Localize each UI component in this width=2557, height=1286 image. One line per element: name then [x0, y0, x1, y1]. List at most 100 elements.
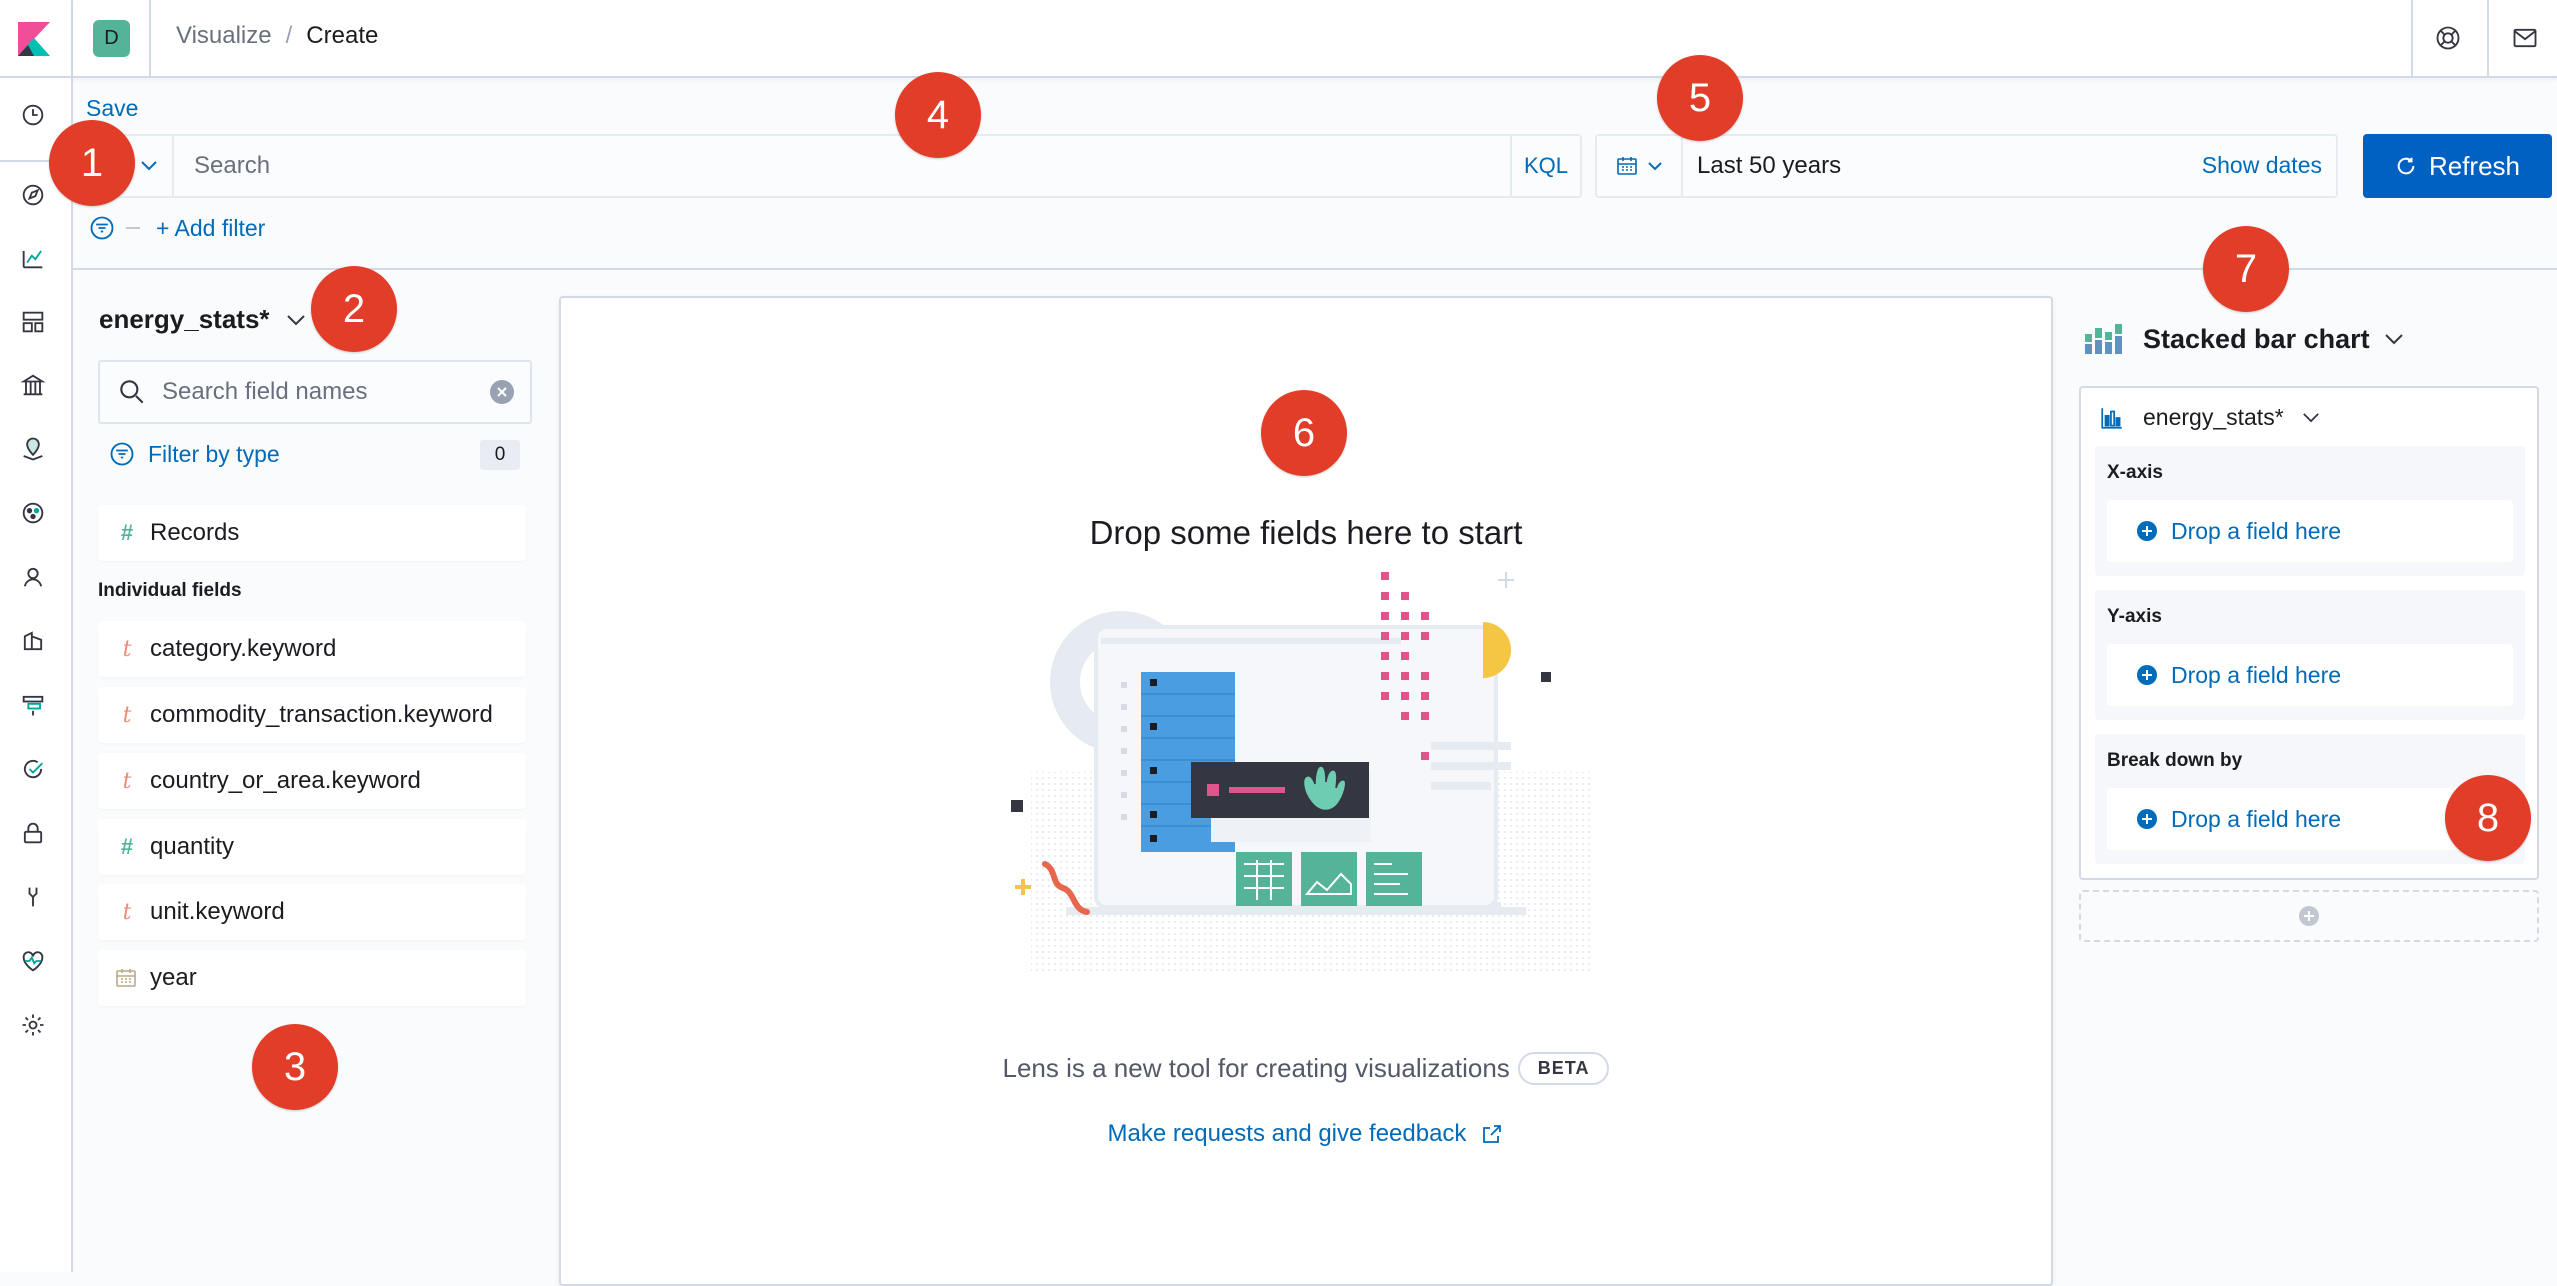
callout-badge: 8: [2445, 775, 2531, 861]
visualize-icon[interactable]: [18, 243, 48, 273]
plus-circle-icon: [2137, 665, 2157, 685]
breadcrumb: Visualize / Create: [176, 22, 378, 50]
field-search-input[interactable]: [162, 378, 482, 406]
field-item[interactable]: # quantity: [98, 819, 526, 875]
add-layer-button[interactable]: [2079, 890, 2539, 942]
refresh-icon: [2397, 157, 2415, 175]
query-search-input[interactable]: [194, 152, 1474, 180]
workspace-description: Lens is a new tool for creating visualiz…: [561, 1052, 2051, 1085]
nav-divider: [0, 76, 73, 78]
field-item[interactable]: t category.keyword: [98, 621, 526, 677]
calendar-icon: [1617, 157, 1637, 175]
logs-icon[interactable]: [18, 626, 48, 656]
header-divider: [149, 0, 151, 76]
feedback-link-label: Make requests and give feedback: [1107, 1120, 1467, 1147]
show-dates-link[interactable]: Show dates: [2202, 152, 2322, 179]
feedback-link[interactable]: Make requests and give feedback: [561, 1120, 2051, 1148]
clear-search-icon[interactable]: [490, 380, 514, 404]
save-link[interactable]: Save: [86, 95, 138, 122]
callout-badge: 6: [1261, 390, 1347, 476]
x-axis-label: X-axis: [2107, 462, 2163, 483]
layer-index-switcher[interactable]: energy_stats*: [2099, 404, 2320, 431]
field-item[interactable]: t country_or_area.keyword: [98, 753, 526, 809]
field-name: commodity_transaction.keyword: [150, 701, 493, 728]
canvas-icon[interactable]: [18, 370, 48, 400]
chart-type-switcher[interactable]: Stacked bar chart: [2083, 322, 2404, 356]
string-type-icon: t: [122, 702, 132, 728]
index-pattern-switcher[interactable]: energy_stats*: [99, 304, 306, 335]
filter-options-icon[interactable]: [88, 214, 116, 242]
add-filter-button[interactable]: + Add filter: [156, 215, 265, 242]
discover-icon[interactable]: [18, 180, 48, 210]
body-divider: [73, 268, 2557, 270]
field-name: quantity: [150, 833, 235, 860]
field-item[interactable]: year: [98, 950, 526, 1006]
breadcrumb-visualize[interactable]: Visualize: [176, 22, 272, 50]
chevron-down-icon: [1648, 162, 1662, 171]
date-range-value[interactable]: Last 50 years: [1697, 152, 1841, 180]
plus-circle-icon: [2299, 906, 2319, 926]
space-avatar[interactable]: D: [93, 20, 130, 57]
callout-badge: 7: [2203, 226, 2289, 312]
apm-icon[interactable]: [18, 690, 48, 720]
calendar-icon: [114, 966, 140, 990]
bar-chart-icon: [2101, 407, 2122, 429]
callout-badge: 2: [311, 266, 397, 352]
dev-tools-icon[interactable]: [18, 882, 48, 912]
filter-by-type-button[interactable]: Filter by type: [108, 440, 280, 468]
drop-field-label: Drop a field here: [2171, 661, 2342, 688]
space-initial: D: [104, 27, 119, 49]
field-search-box: [98, 360, 532, 424]
breakdown-label: Break down by: [2107, 750, 2243, 771]
dashboard-icon[interactable]: [18, 307, 48, 337]
field-name: category.keyword: [150, 635, 337, 662]
header-divider: [2411, 0, 2413, 76]
management-icon[interactable]: [18, 1010, 48, 1040]
x-axis-drop-zone[interactable]: Drop a field here: [2107, 500, 2513, 562]
search-icon: [120, 380, 144, 404]
quick-date-menu-button[interactable]: [1597, 136, 1683, 196]
string-type-icon: t: [122, 768, 132, 794]
filter-count-badge: 0: [480, 440, 520, 470]
chevron-down-icon: [2384, 334, 2403, 345]
filter-by-type-label: Filter by type: [148, 440, 280, 467]
beta-badge: BETA: [1517, 1052, 1610, 1085]
empty-state-illustration: [1011, 572, 1591, 972]
uptime-icon[interactable]: [18, 754, 48, 784]
kibana-logo-icon[interactable]: [14, 18, 54, 58]
drop-field-label: Drop a field here: [2171, 517, 2342, 544]
y-axis-drop-zone[interactable]: Drop a field here: [2107, 644, 2513, 706]
y-axis-label: Y-axis: [2107, 606, 2162, 627]
stacked-bar-chart-icon: [2085, 324, 2122, 354]
query-bar: KQL: [88, 134, 1582, 198]
x-axis-group: X-axis Drop a field here: [2095, 446, 2525, 576]
help-menu-icon[interactable]: [2430, 20, 2466, 56]
workspace-empty-title: Drop some fields here to start: [1089, 514, 1523, 551]
field-name: country_or_area.keyword: [150, 767, 421, 794]
plus-circle-icon: [2137, 521, 2157, 541]
layer-index-label: energy_stats*: [2143, 404, 2284, 430]
field-item[interactable]: t commodity_transaction.keyword: [98, 687, 526, 743]
monitoring-icon[interactable]: [18, 946, 48, 976]
infrastructure-icon[interactable]: [18, 562, 48, 592]
plus-circle-icon: [2137, 809, 2157, 829]
field-item[interactable]: t unit.keyword: [98, 884, 526, 940]
callout-badge: 5: [1657, 55, 1743, 141]
recently-viewed-icon[interactable]: [18, 100, 48, 130]
individual-fields-title: Individual fields: [98, 580, 242, 601]
query-language-button[interactable]: KQL: [1510, 136, 1580, 196]
filter-icon: [110, 442, 134, 466]
ml-icon[interactable]: [18, 498, 48, 528]
refresh-button[interactable]: Refresh: [2363, 134, 2552, 198]
breadcrumb-create: Create: [306, 22, 379, 49]
newsfeed-mail-icon[interactable]: [2507, 20, 2543, 56]
maps-icon[interactable]: [18, 434, 48, 464]
siem-icon[interactable]: [18, 818, 48, 848]
field-item-records[interactable]: # Records: [98, 505, 526, 561]
chevron-down-icon: [141, 161, 157, 171]
chevron-down-icon: [286, 314, 305, 325]
lens-description: Lens is a new tool for creating visualiz…: [1002, 1053, 1510, 1083]
external-link-icon: [1483, 1125, 1502, 1143]
number-type-icon: #: [120, 834, 134, 859]
number-type-icon: #: [120, 520, 134, 545]
